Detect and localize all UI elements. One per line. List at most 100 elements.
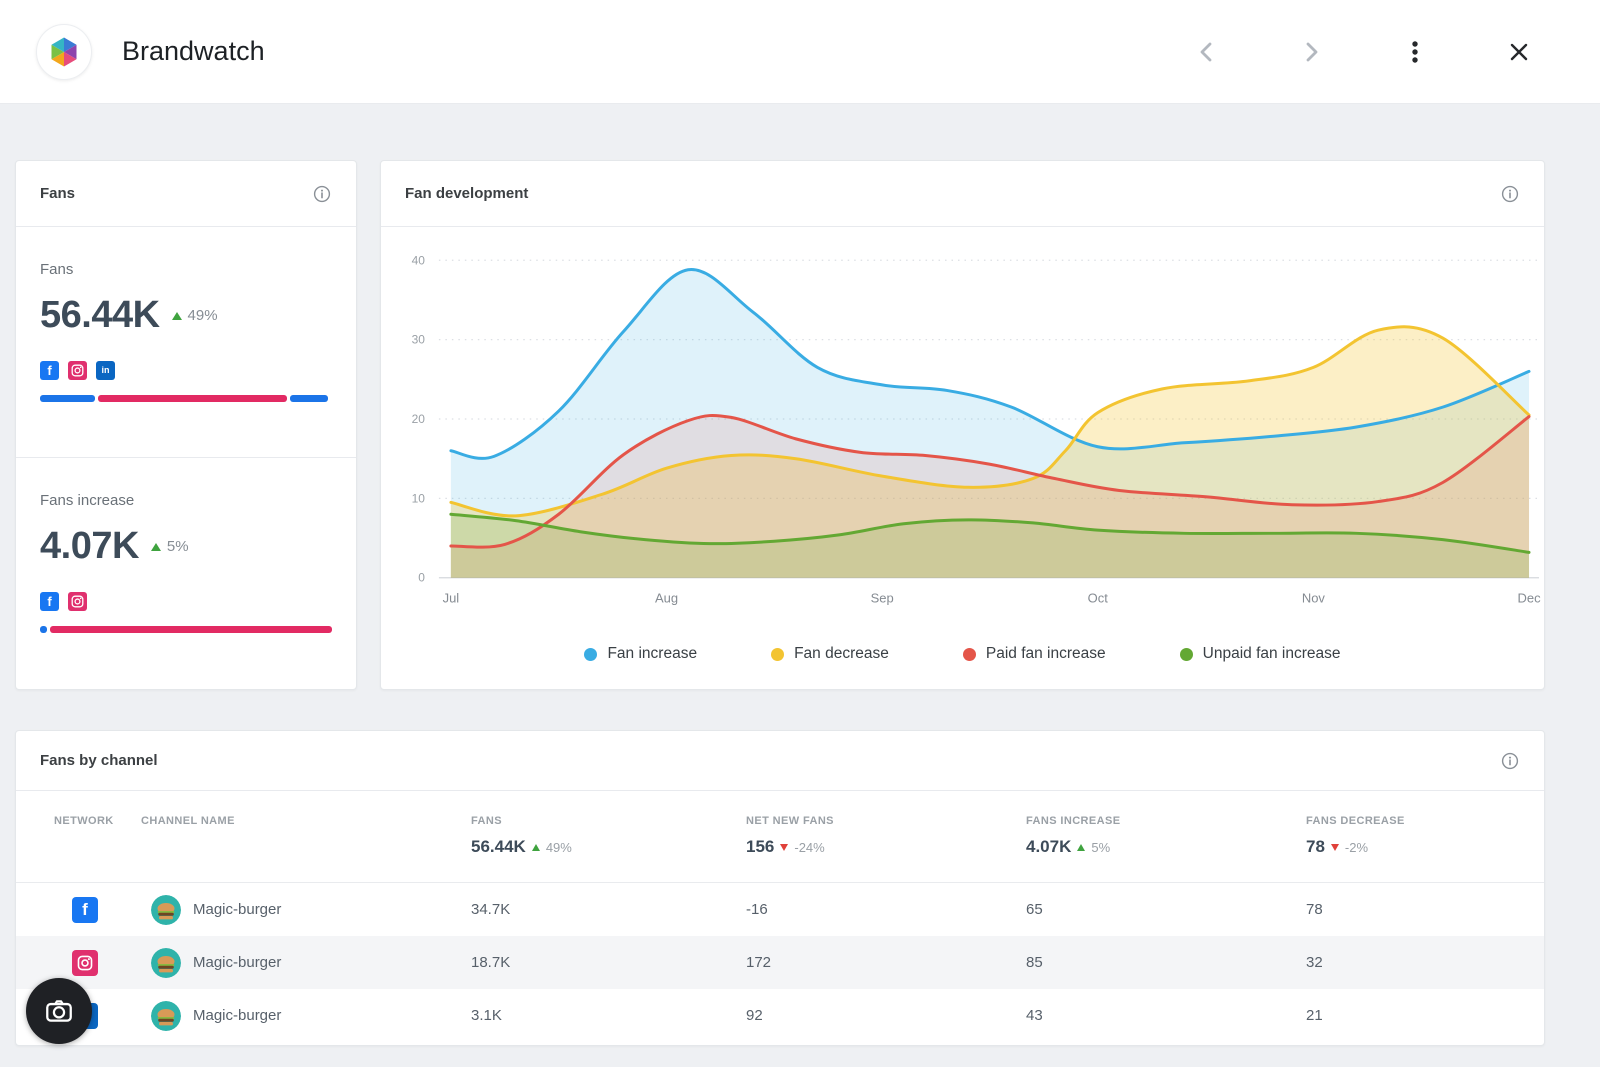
summary-net-new-fans-value: 156	[746, 837, 775, 856]
fans-increase-networks: f	[40, 592, 332, 611]
column-fans-decrease: Fans decrease 78 -2%	[1306, 815, 1544, 857]
fan-development-chart: 0 10 20 30 40 Jul Aug Sep Oct Nov Dec	[412, 253, 1541, 606]
channel-avatar	[151, 894, 181, 925]
fans-cell: 18.7K	[471, 954, 511, 971]
net-new-fans-summary: 156 -24%	[746, 837, 1026, 857]
column-net-new-fans: Net new fans 156 -24%	[746, 815, 1026, 857]
summary-fans-increase-delta: 5%	[1091, 839, 1111, 855]
facebook-icon: f	[72, 896, 98, 923]
fans-increase-summary: 4.07K 5%	[1026, 837, 1306, 857]
net-new-fans-cell: 92	[746, 1007, 763, 1024]
legend-item-fan-increase[interactable]: Fan increase	[584, 645, 697, 663]
back-button[interactable]	[1190, 35, 1224, 69]
table-row[interactable]: Magic-burger 18.7K 172 85 32	[16, 936, 1544, 989]
column-header-channel-name[interactable]: Channel name	[141, 815, 471, 827]
instagram-camera-icon	[71, 364, 84, 377]
series-dot-icon	[771, 647, 785, 661]
fans-increase-cell: 65	[1026, 901, 1043, 918]
app-header: Brandwatch	[0, 0, 1600, 104]
instagram-icon	[68, 592, 87, 611]
fans-increase-cell: 43	[1026, 1007, 1043, 1024]
brandwatch-logo	[36, 23, 92, 80]
instagram-icon	[68, 361, 87, 380]
channel-name: Magic-burger	[193, 1007, 282, 1024]
channel-avatar	[151, 947, 181, 978]
y-tick-label: 0	[418, 571, 425, 585]
table-header: Network Channel name Fans 56.44K 49% Net…	[16, 791, 1544, 883]
increase-arrow-icon	[531, 843, 540, 851]
facebook-icon: f	[40, 361, 59, 380]
column-header-network[interactable]: Network	[54, 815, 141, 827]
x-tick-label: Oct	[1088, 591, 1109, 606]
column-fans-increase: Fans increase 4.07K 5%	[1026, 815, 1306, 857]
channel-name: Magic-burger	[193, 954, 282, 971]
summary-fans-increase-value: 4.07K	[1026, 837, 1072, 856]
column-header-fans-decrease[interactable]: Fans decrease	[1306, 815, 1544, 827]
close-icon	[1510, 43, 1528, 60]
summary-fans-delta: 49%	[545, 839, 572, 855]
y-tick-label: 20	[412, 412, 426, 426]
bar-segment	[40, 626, 48, 633]
window-controls	[1190, 35, 1536, 69]
column-header-fans[interactable]: Fans	[471, 815, 746, 827]
net-new-fans-cell: -16	[746, 901, 768, 918]
fans-summary: 56.44K 49%	[471, 837, 746, 857]
summary-fans-decrease-delta: -2%	[1344, 839, 1369, 855]
column-network: Network	[54, 815, 141, 827]
y-tick-label: 30	[412, 333, 426, 347]
fans-label: Fans	[40, 261, 74, 278]
fans-card-title: Fans	[40, 185, 76, 202]
info-button[interactable]	[1500, 751, 1520, 771]
series-dot-icon	[962, 647, 976, 661]
column-header-fans-increase[interactable]: Fans increase	[1026, 815, 1306, 827]
legend-item-fan-decrease[interactable]: Fan decrease	[771, 645, 889, 663]
x-tick-label: Aug	[655, 591, 678, 606]
fans-decrease-cell: 21	[1306, 1007, 1323, 1024]
summary-net-new-fans-delta: -24%	[794, 839, 825, 855]
fans-increase-cell: 85	[1026, 954, 1043, 971]
info-icon	[1501, 752, 1519, 769]
table-card-title: Fans by channel	[40, 752, 158, 769]
net-new-fans-cell: 172	[746, 954, 772, 971]
decrease-arrow-icon	[1330, 843, 1339, 851]
series-dot-icon	[1179, 647, 1193, 661]
table-row[interactable]: in Magic-burger 3.1K 92 43 21	[16, 989, 1544, 1042]
fans-decrease-summary: 78 -2%	[1306, 837, 1544, 857]
fans-increase-value: 4.07K	[40, 525, 139, 567]
chevron-right-icon	[1306, 42, 1318, 61]
camera-icon	[46, 1000, 72, 1022]
fan-development-card: Fan development 0 10 20 30 40 Jul Aug Sep Oct Nov…	[380, 160, 1545, 690]
bar-segment	[50, 626, 332, 633]
legend-item-unpaid-fan-increase[interactable]: Unpaid fan increase	[1179, 645, 1341, 663]
channel-name: Magic-burger	[193, 901, 282, 918]
fans-decrease-cell: 78	[1306, 901, 1323, 918]
series-dot-icon	[584, 647, 598, 661]
info-icon	[313, 185, 331, 202]
column-channel-name: Channel name	[141, 815, 471, 827]
close-button[interactable]	[1502, 35, 1536, 69]
forward-button[interactable]	[1294, 35, 1328, 69]
info-icon	[1501, 185, 1519, 202]
column-fans: Fans 56.44K 49%	[471, 815, 746, 857]
fans-cell: 3.1K	[471, 1007, 502, 1024]
chart-legend: Fan increase Fan decrease Paid fan incre…	[381, 621, 1544, 687]
app-title: Brandwatch	[122, 36, 265, 66]
info-button[interactable]	[1500, 184, 1520, 204]
table-row[interactable]: f Magic-burger 34.7K -16 65 78	[16, 883, 1544, 936]
legend-label: Fan increase	[607, 645, 698, 662]
kebab-menu-button[interactable]	[1398, 35, 1432, 69]
screenshot-lens-button[interactable]	[26, 978, 92, 1044]
x-tick-label: Nov	[1302, 591, 1326, 606]
channel-avatar	[151, 1000, 181, 1031]
fans-by-channel-card: Fans by channel Network Channel name Fan…	[15, 730, 1545, 1046]
linkedin-icon: in	[96, 361, 115, 380]
legend-item-paid-fan-increase[interactable]: Paid fan increase	[962, 645, 1106, 663]
chart-card-title: Fan development	[405, 185, 529, 202]
y-tick-label: 40	[412, 253, 426, 267]
fans-cell: 34.7K	[471, 901, 511, 918]
column-header-net-new-fans[interactable]: Net new fans	[746, 815, 1026, 827]
increase-arrow-icon	[150, 542, 161, 551]
info-button[interactable]	[312, 184, 332, 204]
kebab-menu-icon	[1412, 40, 1418, 63]
x-tick-label: Sep	[871, 591, 894, 606]
